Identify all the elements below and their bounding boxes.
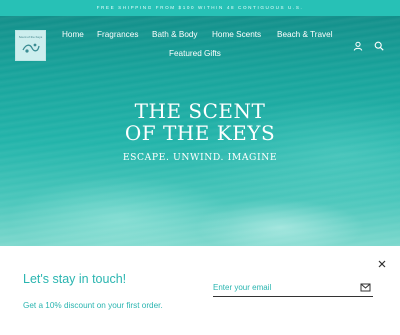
- hero-tagline: ESCAPE. UNWIND. IMAGINE: [122, 152, 278, 163]
- mail-send-icon[interactable]: [360, 282, 371, 293]
- logo-text: Scent of the Keys: [18, 35, 43, 39]
- nav-item-beach-travel[interactable]: Beach & Travel: [277, 30, 333, 39]
- popup-subtitle: Get a 10% discount on your first order.: [23, 301, 163, 310]
- newsletter-popup: Let's stay in touch! Get a 10% discount …: [0, 246, 400, 335]
- nav-item-bath-body[interactable]: Bath & Body: [152, 30, 198, 39]
- close-icon[interactable]: [377, 259, 387, 269]
- nav-item-fragrances[interactable]: Fragrances: [97, 30, 138, 39]
- nav-item-home-scents[interactable]: Home Scents: [212, 30, 261, 39]
- account-icon[interactable]: [353, 41, 363, 51]
- nav-item-featured-gifts[interactable]: Featured Gifts: [169, 49, 221, 58]
- nav-item-home[interactable]: Home: [62, 30, 84, 39]
- logo-emblem-icon: [22, 43, 40, 53]
- announcement-bar: FREE SHIPPING FROM $100 WITHIN 48 CONTIG…: [0, 0, 400, 16]
- search-icon[interactable]: [374, 41, 384, 51]
- popup-title: Let's stay in touch!: [23, 272, 127, 286]
- hero-headline-line2: OF THE KEYS: [124, 121, 276, 145]
- site-logo[interactable]: Scent of the Keys: [15, 30, 46, 61]
- email-field[interactable]: [213, 280, 353, 294]
- hero-headline: THE SCENT OF THE KEYS: [0, 100, 400, 144]
- hero-banner: Scent of the Keys Home Fragrances Bath &…: [0, 16, 400, 246]
- hero-headline-line1: THE SCENT: [134, 99, 266, 123]
- email-field-wrapper: [213, 280, 373, 297]
